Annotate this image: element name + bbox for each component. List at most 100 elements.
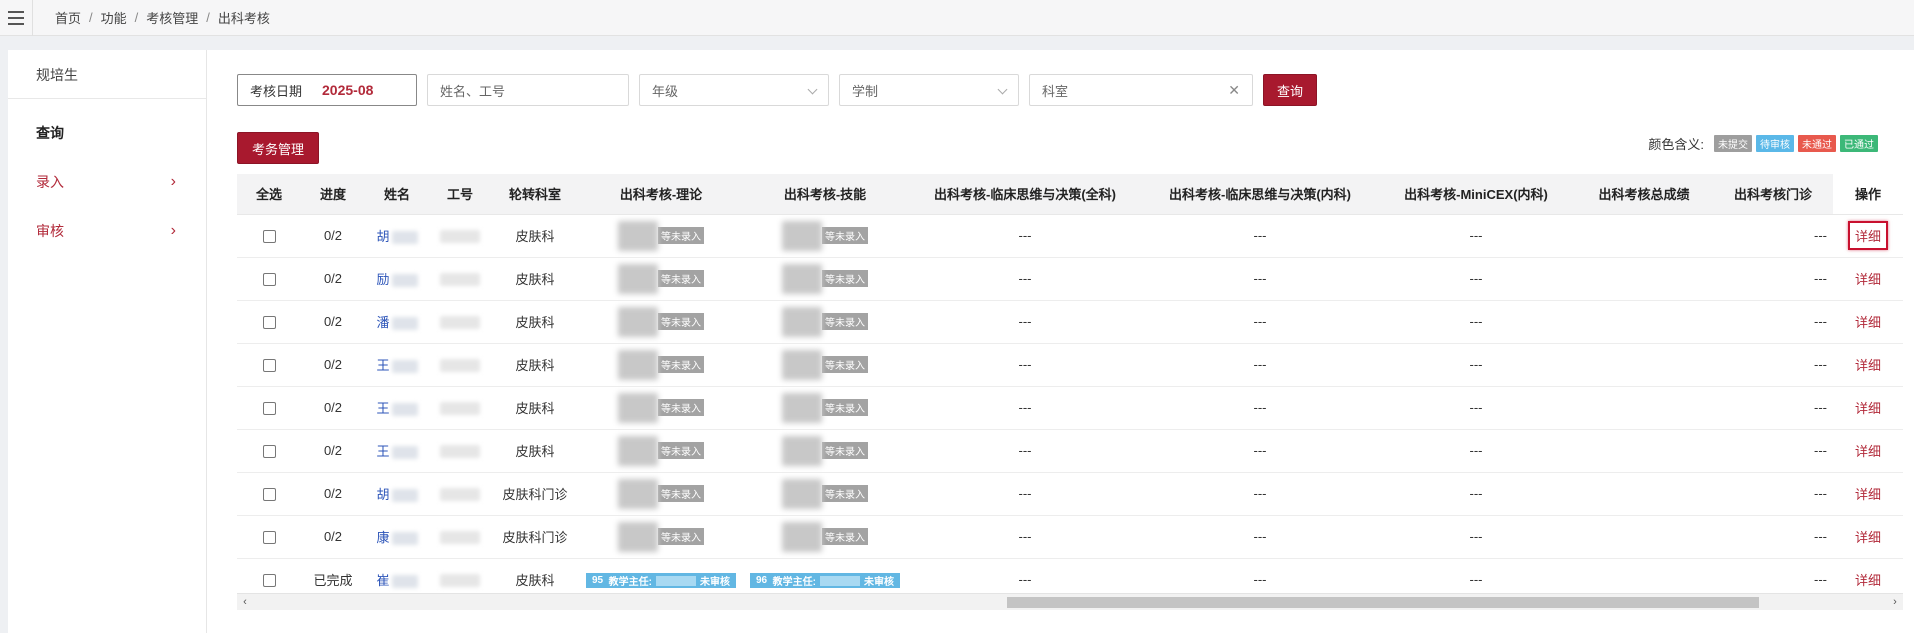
clinic-cell: --- — [1713, 300, 1833, 344]
clinical-im-cell: --- — [1143, 558, 1377, 592]
action-cell: 详细 — [1833, 429, 1903, 473]
chevron-down-icon — [807, 84, 818, 95]
top-bar: 首页 / 功能 / 考核管理 / 出科考核 — [0, 0, 1914, 36]
total-score-cell — [1575, 257, 1713, 301]
color-legend: 颜色含义: 未提交 待审核 未通过 已通过 — [1648, 134, 1878, 153]
clinical-im-cell: --- — [1143, 515, 1377, 559]
redacted-score — [782, 306, 822, 337]
student-name-link[interactable]: 潘 — [376, 315, 389, 330]
scrollbar-thumb[interactable] — [1007, 597, 1759, 608]
department-value: 科室 — [1042, 83, 1069, 99]
table-header-row: 全选 进度 姓名 工号 轮转科室 出科考核-理论 出科考核-技能 出科考核-临床… — [237, 174, 1903, 215]
detail-link[interactable]: 详细 — [1855, 487, 1881, 502]
redacted-name — [391, 489, 418, 503]
student-name-link[interactable]: 王 — [376, 358, 389, 373]
theory-cell: 等未录入 — [579, 343, 743, 387]
student-name-link[interactable]: 胡 — [376, 487, 389, 502]
clear-icon[interactable]: ✕ — [1228, 82, 1240, 99]
breadcrumb-exam-mgmt[interactable]: 考核管理 — [146, 8, 198, 27]
detail-link[interactable]: 详细 — [1855, 315, 1881, 330]
theory-status-tag: 等未录入 — [658, 528, 704, 545]
detail-link[interactable]: 详细 — [1855, 444, 1881, 459]
sidebar-item-review[interactable]: 审核 › — [8, 206, 206, 255]
row-checkbox[interactable] — [262, 445, 276, 459]
detail-link[interactable]: 详细 — [1855, 401, 1881, 416]
skill-cell: 等未录入 — [743, 472, 907, 516]
student-name-link[interactable]: 励 — [376, 272, 389, 287]
redacted-name — [391, 360, 418, 374]
skill-status-tag: 等未录入 — [822, 485, 868, 502]
row-checkbox[interactable] — [262, 488, 276, 502]
detail-link[interactable]: 详细 — [1855, 358, 1881, 373]
grade-select[interactable]: 年级 — [639, 74, 829, 106]
action-cell: 详细 — [1833, 343, 1903, 387]
row-checkbox[interactable] — [262, 531, 276, 545]
exam-management-button[interactable]: 考务管理 — [237, 132, 319, 164]
query-button[interactable]: 查询 — [1263, 74, 1317, 106]
theory-status-tag: 等未录入 — [658, 270, 704, 287]
total-score-cell — [1575, 429, 1713, 473]
name-id-input[interactable]: 姓名、工号 — [427, 74, 629, 106]
exam-date-value: 2025-08 — [322, 82, 374, 98]
rotation-dept-cell: 皮肤科 — [491, 343, 579, 387]
theory-cell: 等未录入 — [579, 386, 743, 430]
breadcrumb-home[interactable]: 首页 — [55, 8, 81, 27]
col-clinical-im: 出科考核-临床思维与决策(内科) — [1143, 174, 1377, 215]
detail-link[interactable]: 详细 — [1855, 272, 1881, 287]
clinical-im-cell: --- — [1143, 343, 1377, 387]
col-clinical-gp: 出科考核-临床思维与决策(全科) — [907, 174, 1143, 215]
chevron-right-icon: › — [170, 221, 176, 239]
clinical-gp-cell: --- — [907, 214, 1143, 258]
exam-date-picker[interactable]: 考核日期 2025-08 — [237, 74, 417, 106]
clinic-cell: --- — [1713, 386, 1833, 430]
row-checkbox[interactable] — [262, 402, 276, 416]
row-checkbox[interactable] — [262, 359, 276, 373]
col-rotation-dept: 轮转科室 — [491, 174, 579, 215]
progress-cell: 已完成 — [301, 558, 365, 592]
detail-link[interactable]: 详细 — [1847, 221, 1888, 250]
table-row: 0/2 胡皮肤科 等未录入 等未录入 --- --- --- --- 详细 — [237, 214, 1903, 258]
clinical-gp-cell: --- — [907, 515, 1143, 559]
detail-link[interactable]: 详细 — [1855, 530, 1881, 545]
filter-bar: 考核日期 2025-08 姓名、工号 年级 学制 科室 ✕ 查询 — [237, 74, 1317, 106]
theory-status-tag: 95 教学主任: 未审核 — [585, 573, 737, 588]
total-score-cell — [1575, 558, 1713, 592]
redacted-name — [391, 575, 418, 589]
student-name-link[interactable]: 王 — [376, 444, 389, 459]
sidebar-item-query[interactable]: 查询 — [8, 108, 206, 157]
theory-status-tag: 等未录入 — [658, 399, 704, 416]
menu-icon[interactable] — [8, 10, 24, 25]
breadcrumb-function[interactable]: 功能 — [101, 8, 127, 27]
action-cell: 详细 — [1833, 214, 1903, 258]
sidebar-item-entry[interactable]: 录入 › — [8, 157, 206, 206]
row-checkbox[interactable] — [262, 574, 276, 588]
theory-status-tag: 等未录入 — [658, 442, 704, 459]
student-name-link[interactable]: 胡 — [376, 229, 389, 244]
col-id: 工号 — [429, 174, 491, 215]
redacted-name — [391, 446, 418, 460]
student-name-link[interactable]: 王 — [376, 401, 389, 416]
system-select[interactable]: 学制 — [839, 74, 1019, 106]
clinic-cell: --- — [1713, 429, 1833, 473]
col-progress: 进度 — [301, 174, 365, 215]
table-row: 0/2 康皮肤科门诊 等未录入 等未录入 --- --- --- --- 详细 — [237, 515, 1903, 559]
detail-link[interactable]: 详细 — [1855, 573, 1881, 588]
department-select[interactable]: 科室 ✕ — [1029, 74, 1253, 106]
student-name-link[interactable]: 崔 — [376, 573, 389, 588]
row-checkbox[interactable] — [262, 316, 276, 330]
rotation-dept-cell: 皮肤科门诊 — [491, 515, 579, 559]
redacted-score — [618, 478, 658, 509]
legend-passed: 已通过 — [1840, 135, 1878, 152]
col-select-all[interactable]: 全选 — [237, 174, 301, 215]
action-cell: 详细 — [1833, 515, 1903, 559]
scroll-right-icon[interactable]: › — [1887, 594, 1903, 610]
col-clinic: 出科考核门诊 — [1713, 174, 1833, 215]
scroll-left-icon[interactable]: ‹ — [237, 594, 253, 610]
col-total-score: 出科考核总成绩 — [1575, 174, 1713, 215]
row-checkbox[interactable] — [262, 230, 276, 244]
student-name-link[interactable]: 康 — [376, 530, 389, 545]
redacted-score — [618, 349, 658, 380]
row-checkbox[interactable] — [262, 273, 276, 287]
horizontal-scrollbar[interactable]: ‹ › — [237, 593, 1903, 610]
redacted-score — [782, 263, 822, 294]
